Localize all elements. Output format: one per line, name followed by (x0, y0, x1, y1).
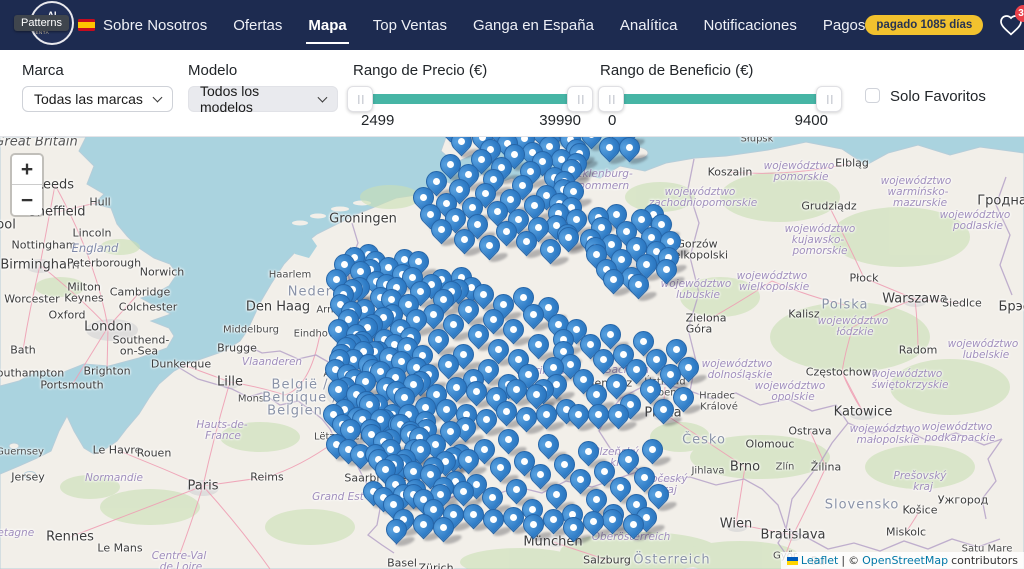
price-range-slider (347, 86, 593, 112)
brand-select[interactable]: Todas las marcas (22, 86, 173, 112)
profit-min-value: 0 (608, 112, 617, 129)
nav-items: Sobre Nosotros Ofertas Mapa Top Ventas Ganga… (103, 14, 866, 44)
nav-item-sobre-nosotros[interactable]: Sobre Nosotros (103, 14, 207, 37)
profit-max-value: 9400 (794, 112, 828, 129)
nav-item-ofertas[interactable]: Ofertas (233, 14, 282, 37)
paid-status-badge: pagado 1085 días (865, 15, 984, 35)
nav-item-ganga-en-espa-a[interactable]: Ganga en España (473, 14, 594, 37)
profit-slider-track (609, 94, 831, 104)
brand-label: Marca (22, 62, 64, 79)
map-canvas[interactable]: Great BritainLeedsHullSheffieldLiverpool… (0, 137, 1024, 569)
price-max-value: 39990 (539, 112, 581, 129)
price-slider-track (358, 94, 582, 104)
favorites-count-badge: 35 (1015, 5, 1024, 22)
nav-item-top-ventas[interactable]: Top Ventas (373, 14, 447, 37)
solo-favoritos-checkbox[interactable] (865, 88, 880, 103)
nav-item-anal-tica[interactable]: Analítica (620, 14, 678, 37)
price-slider-min-handle[interactable] (347, 86, 373, 112)
nav-item-notificaciones[interactable]: Notificaciones (703, 14, 796, 37)
profit-slider-min-handle[interactable] (598, 86, 624, 112)
openstreetmap-link[interactable]: OpenStreetMap (862, 554, 948, 567)
profit-slider-max-handle[interactable] (816, 86, 842, 112)
map-marker[interactable] (637, 434, 668, 465)
nav-item-mapa[interactable]: Mapa (306, 14, 350, 44)
brand-select-value: Todas las marcas (34, 91, 143, 107)
attribution-suffix: contributors (951, 554, 1018, 567)
attribution-copyright: © (848, 554, 860, 567)
leaflet-link[interactable]: Leaflet (801, 554, 838, 567)
price-slider-max-handle[interactable] (567, 86, 593, 112)
price-min-value: 2499 (361, 112, 395, 129)
model-select[interactable]: Todos los modelos (188, 83, 338, 115)
map-attribution: Leaflet | © OpenStreetMap contributors (780, 552, 1024, 569)
map-zoom-control: + − (10, 153, 44, 217)
map-marker[interactable] (493, 424, 524, 455)
attribution-separator: | (841, 554, 846, 567)
zoom-in-button[interactable]: + (12, 155, 42, 185)
profit-range-label: Rango de Beneficio (€) (600, 62, 754, 79)
chevron-down-icon (152, 92, 163, 102)
spain-flag-icon (78, 19, 95, 31)
model-select-value: Todos los modelos (200, 83, 260, 115)
profit-range-slider (598, 86, 842, 112)
marker-pin-layer (0, 137, 1024, 569)
chevron-down-icon (317, 92, 328, 102)
app-logo[interactable]: AI COMPRA VENTA Patterns (14, 0, 74, 50)
solo-favoritos-label: Solo Favoritos (890, 88, 986, 105)
logo-tooltip: Patterns (14, 15, 69, 31)
navbar: AI COMPRA VENTA Patterns Sobre Nosotros O… (0, 0, 1024, 50)
nav-item-pagos[interactable]: Pagos (823, 14, 866, 37)
model-label: Modelo (188, 62, 238, 79)
zoom-out-button[interactable]: − (12, 185, 42, 215)
ukraine-flag-icon (786, 556, 798, 565)
favorites-button[interactable]: 35 (999, 5, 1024, 37)
filter-bar: Marca Todas las marcas Modelo Todos los … (0, 50, 1024, 137)
price-range-label: Rango de Precio (€) (353, 62, 488, 79)
